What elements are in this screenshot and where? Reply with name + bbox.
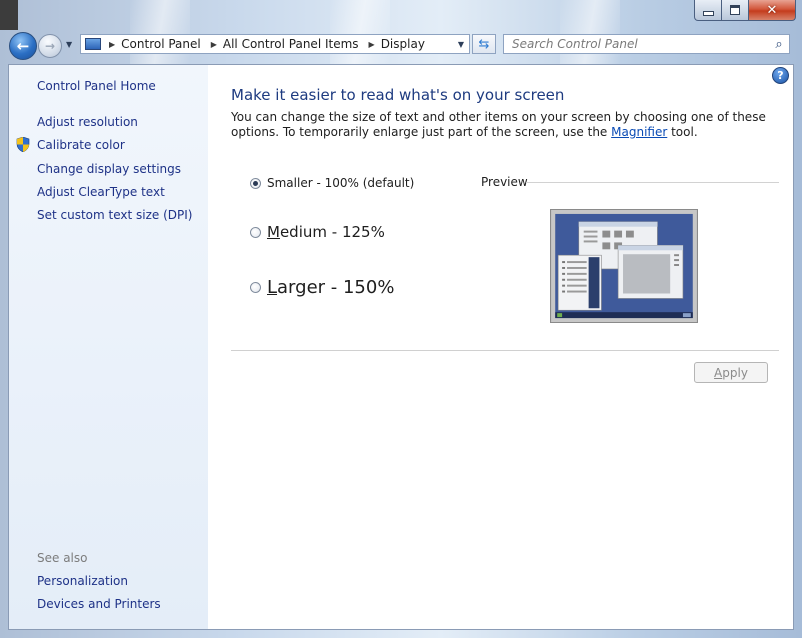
sidebar-item-devices-printers[interactable]: Devices and Printers bbox=[37, 597, 161, 611]
option-larger[interactable]: Larger - 150% bbox=[250, 277, 394, 298]
preview-image bbox=[550, 209, 698, 323]
chevron-right-icon[interactable]: ▶ bbox=[211, 40, 217, 49]
page-description: You can change the size of text and othe… bbox=[231, 110, 771, 140]
background-window-edge bbox=[0, 0, 18, 30]
shield-icon bbox=[16, 137, 30, 152]
sidebar-item-control-panel-home[interactable]: Control Panel Home bbox=[37, 79, 156, 93]
page-title: Make it easier to read what's on your sc… bbox=[231, 86, 565, 104]
radio-medium[interactable] bbox=[250, 226, 261, 238]
sidebar-item-calibrate-color[interactable]: Calibrate color bbox=[37, 138, 125, 152]
sidebar-item-custom-text-size[interactable]: Set custom text size (DPI) bbox=[37, 208, 192, 222]
option-smaller[interactable]: Smaller - 100% (default) bbox=[250, 176, 414, 190]
maximize-button[interactable] bbox=[722, 0, 749, 21]
glass-reflection bbox=[330, 0, 390, 64]
option-larger-label[interactable]: Larger - 150% bbox=[267, 277, 394, 298]
back-button[interactable]: ← bbox=[9, 32, 37, 60]
arrow-right-icon: → bbox=[44, 39, 56, 53]
description-text-end: tool. bbox=[667, 125, 698, 139]
forward-button[interactable]: → bbox=[38, 34, 62, 58]
refresh-button[interactable]: ⇆ bbox=[472, 34, 496, 54]
sidebar: Control Panel Home Adjust resolution Cal… bbox=[9, 65, 208, 629]
radio-smaller[interactable] bbox=[250, 177, 261, 189]
glass-reflection bbox=[130, 0, 190, 64]
search-input[interactable] bbox=[504, 37, 769, 51]
close-icon: ✕ bbox=[766, 2, 778, 18]
chevron-down-icon[interactable]: ▼ bbox=[453, 40, 469, 49]
content-area: Control Panel Home Adjust resolution Cal… bbox=[8, 64, 794, 630]
close-button[interactable]: ✕ bbox=[749, 0, 796, 21]
help-icon[interactable]: ? bbox=[772, 67, 789, 84]
main-panel: ? Make it easier to read what's on your … bbox=[208, 65, 793, 629]
maximize-icon bbox=[730, 5, 740, 15]
search-icon[interactable]: ⌕ bbox=[769, 37, 789, 52]
preview-divider bbox=[526, 182, 779, 183]
sidebar-item-adjust-cleartype[interactable]: Adjust ClearType text bbox=[37, 185, 165, 199]
refresh-icon: ⇆ bbox=[478, 36, 490, 52]
address-bar[interactable]: ▶ Control Panel ▶ All Control Panel Item… bbox=[80, 34, 470, 54]
sidebar-item-adjust-resolution[interactable]: Adjust resolution bbox=[37, 115, 138, 129]
apply-button[interactable]: Apply bbox=[694, 362, 768, 383]
caption-buttons: ✕ bbox=[694, 0, 796, 21]
arrow-left-icon: ← bbox=[16, 37, 30, 55]
sidebar-item-personalization[interactable]: Personalization bbox=[37, 574, 128, 588]
chevron-right-icon[interactable]: ▶ bbox=[109, 40, 115, 49]
recent-pages-dropdown[interactable]: ▼ bbox=[66, 40, 72, 49]
search-box[interactable]: ⌕ bbox=[503, 34, 790, 54]
preview-label: Preview bbox=[481, 175, 528, 189]
section-divider bbox=[231, 350, 779, 351]
chevron-right-icon[interactable]: ▶ bbox=[369, 40, 375, 49]
sidebar-item-change-display-settings[interactable]: Change display settings bbox=[37, 162, 181, 176]
magnifier-link[interactable]: Magnifier bbox=[611, 125, 667, 139]
minimize-icon bbox=[702, 10, 714, 16]
option-medium[interactable]: Medium - 125% bbox=[250, 223, 385, 241]
option-smaller-label[interactable]: Smaller - 100% (default) bbox=[267, 176, 414, 190]
control-panel-icon bbox=[85, 38, 101, 50]
breadcrumb-display[interactable]: Display bbox=[381, 37, 425, 51]
glass-reflection bbox=[560, 0, 620, 64]
breadcrumb-control-panel[interactable]: Control Panel bbox=[121, 37, 201, 51]
minimize-button[interactable] bbox=[694, 0, 722, 21]
option-medium-label[interactable]: Medium - 125% bbox=[267, 223, 385, 241]
window-frame: ✕ ← → ▼ ▶ Control Panel ▶ All Control Pa… bbox=[0, 0, 802, 638]
breadcrumb-all-items[interactable]: All Control Panel Items bbox=[223, 37, 359, 51]
radio-larger[interactable] bbox=[250, 282, 261, 293]
see-also-label: See also bbox=[37, 551, 88, 565]
